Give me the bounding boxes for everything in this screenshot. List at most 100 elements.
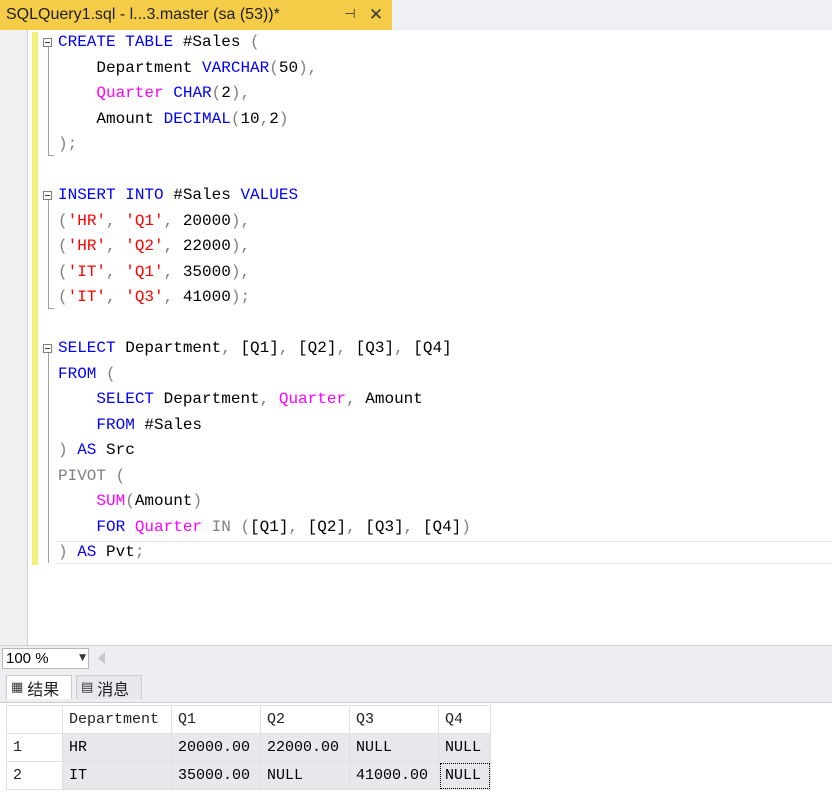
code-line[interactable]: Quarter CHAR(2), (58, 81, 471, 107)
collapse-select-icon[interactable] (43, 344, 52, 353)
editor-status-bar: 100 % ▼ (0, 645, 832, 673)
zoom-dropdown[interactable]: 100 % ▼ (2, 648, 89, 669)
pin-icon[interactable]: ⊣ (340, 5, 360, 25)
code-line[interactable]: ); (58, 132, 471, 158)
column-header-q4[interactable]: Q4 (438, 705, 491, 734)
column-header-q2[interactable]: Q2 (260, 705, 350, 734)
collapse-create-table-icon[interactable] (43, 38, 52, 47)
code-line[interactable]: FOR Quarter IN ([Q1], [Q2], [Q3], [Q4]) (58, 515, 470, 541)
code-line[interactable]: ('IT', 'Q1', 35000), (58, 260, 471, 286)
grid-cell[interactable]: IT (62, 761, 172, 790)
code-token: ), (298, 58, 318, 77)
sql-code[interactable]: CREATE TABLE #Sales ( Department VARCHAR… (58, 30, 471, 566)
tab-messages[interactable]: ▤ 消息 (76, 675, 142, 699)
code-token: 35000 (182, 262, 231, 281)
code-token: ( (230, 109, 241, 128)
grid-cell[interactable]: HR (62, 733, 172, 762)
code-token: [Q3] (355, 339, 395, 357)
code-token: , (163, 237, 183, 255)
code-line[interactable]: ('IT', 'Q3', 41000); (58, 285, 471, 311)
row-number[interactable]: 1 (6, 733, 63, 762)
code-token: ( (269, 58, 279, 77)
column-header-q3[interactable]: Q3 (349, 705, 439, 734)
tab-results-label: 结果 (27, 679, 60, 699)
code-token: 41000 (182, 288, 231, 306)
code-token: ) (58, 543, 78, 561)
row-number[interactable]: 2 (6, 761, 63, 790)
close-icon[interactable]: ✕ (366, 5, 386, 25)
code-token: FROM (58, 364, 107, 383)
grid-cell[interactable]: 41000.00 (349, 761, 439, 790)
code-token: ( (125, 492, 135, 510)
code-line[interactable]: ) AS Src (58, 438, 471, 464)
code-token: #Sales (173, 186, 241, 204)
code-token: SELECT (96, 390, 164, 408)
code-token: ); (230, 288, 251, 306)
code-line[interactable]: ​ (58, 311, 471, 337)
code-token: , (259, 390, 279, 408)
code-token: ( (58, 288, 68, 306)
code-token: , (106, 262, 126, 281)
code-token: , (346, 517, 366, 536)
collapse-insert-icon[interactable] (43, 191, 52, 200)
document-tab-sqlquery1[interactable]: SQLQuery1.sql - l...3.master (sa (53))* … (0, 0, 392, 30)
code-line[interactable]: FROM ( (58, 362, 471, 388)
code-token: 'IT' (67, 288, 107, 306)
code-token: AS (77, 543, 107, 561)
change-tracking-bar (32, 32, 38, 565)
grid-cell[interactable]: NULL (438, 733, 491, 762)
grid-cell[interactable]: 22000.00 (260, 733, 350, 762)
code-token: ), (230, 211, 251, 230)
column-header-q1[interactable]: Q1 (171, 705, 261, 734)
code-token: 20000 (182, 211, 231, 230)
code-token: Amount (58, 109, 164, 128)
tab-results[interactable]: ▦ 结果 (6, 675, 72, 699)
code-line[interactable]: Amount DECIMAL(10,2) (58, 107, 471, 133)
code-line[interactable]: INSERT INTO #Sales VALUES (58, 183, 471, 209)
code-token: ; (134, 543, 145, 561)
code-line[interactable]: SUM(Amount) (58, 489, 471, 515)
query-editor[interactable]: CREATE TABLE #Sales ( Department VARCHAR… (0, 30, 832, 645)
grid-cell-selected[interactable]: NULL (438, 761, 491, 790)
grid-corner-cell[interactable] (6, 705, 63, 734)
code-line[interactable]: SELECT Department, [Q1], [Q2], [Q3], [Q4… (58, 336, 471, 362)
code-token: , (106, 211, 126, 230)
grid-cell[interactable]: NULL (349, 733, 439, 762)
code-token: [Q1] (250, 517, 289, 536)
code-line[interactable]: FROM #Sales (58, 413, 471, 439)
code-token: Quarter (96, 84, 164, 102)
code-line[interactable]: Department VARCHAR(50), (58, 56, 471, 82)
code-token: ) (192, 492, 203, 510)
chevron-down-icon[interactable]: ▼ (79, 649, 86, 668)
document-tab-strip: SQLQuery1.sql - l...3.master (sa (53))* … (0, 0, 832, 31)
grid-cell[interactable]: 20000.00 (171, 733, 261, 762)
code-line[interactable]: SELECT Department, Quarter, Amount (58, 387, 471, 413)
messages-icon: ▤ (81, 680, 94, 695)
code-token: INSERT INTO (58, 186, 174, 204)
table-row[interactable]: 1 HR 20000.00 22000.00 NULL NULL (6, 733, 491, 762)
scroll-left-icon[interactable] (98, 652, 105, 664)
code-token: VALUES (240, 186, 299, 204)
code-line[interactable]: CREATE TABLE #Sales ( (58, 30, 471, 56)
code-token: , (106, 237, 126, 255)
grid-cell[interactable]: 35000.00 (171, 761, 261, 790)
grid-cell[interactable]: NULL (260, 761, 350, 790)
code-line[interactable]: ​ (58, 158, 471, 184)
code-line[interactable]: ) AS Pvt; (58, 540, 471, 566)
results-grid[interactable]: Department Q1 Q2 Q3 Q4 1 HR 20000.00 220… (6, 705, 491, 790)
zoom-value: 100 % (6, 650, 49, 667)
code-token: ( (58, 211, 68, 230)
code-token: 'Q3' (125, 288, 164, 306)
column-header-department[interactable]: Department (62, 705, 172, 734)
tab-messages-label: 消息 (97, 679, 130, 699)
code-token: [Q3] (365, 517, 404, 536)
results-tab-strip: ▦ 结果 ▤ 消息 (0, 672, 832, 702)
code-line[interactable]: ('HR', 'Q1', 20000), (58, 209, 471, 235)
code-token: AS (77, 441, 107, 459)
code-token: ( (58, 237, 68, 255)
code-line[interactable]: ('HR', 'Q2', 22000), (58, 234, 471, 260)
table-row[interactable]: 2 IT 35000.00 NULL 41000.00 NULL (6, 761, 491, 790)
code-line[interactable]: PIVOT ( (58, 464, 471, 490)
